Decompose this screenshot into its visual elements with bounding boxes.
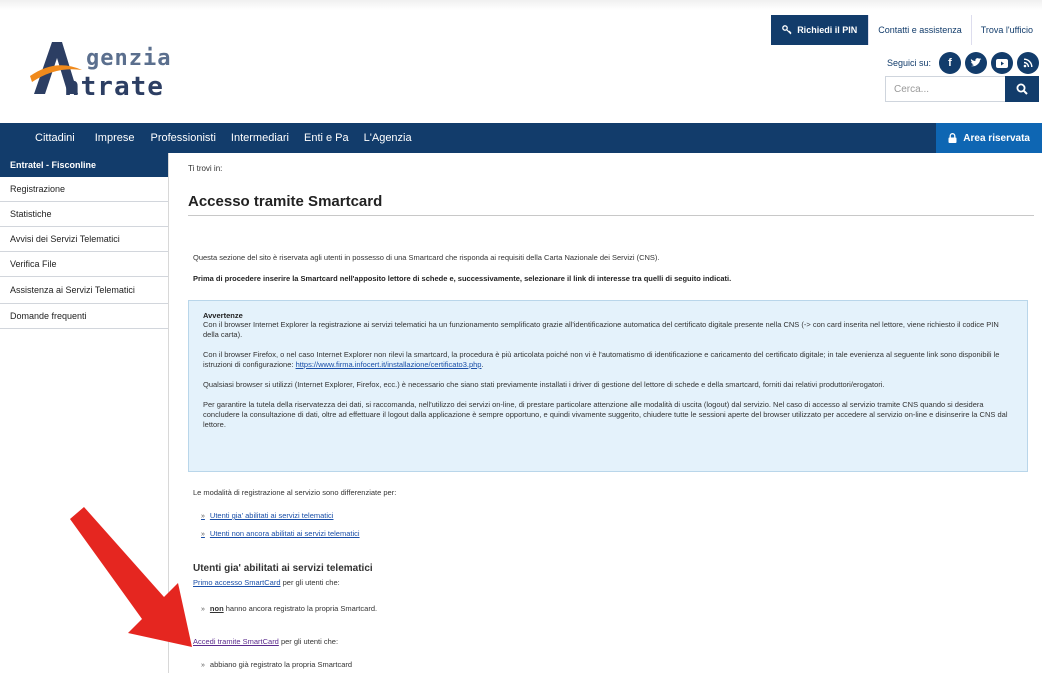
- nav-item-agenzia[interactable]: L'Agenzia: [364, 132, 412, 144]
- access-smartcard-link[interactable]: Accedi tramite SmartCard: [193, 637, 279, 646]
- access-bullet-text: abbiano già registrato la propria Smartc…: [209, 660, 353, 669]
- social-links: Seguici su: f: [887, 52, 1039, 74]
- rss-icon[interactable]: [1017, 52, 1039, 74]
- sidebar: Entratel - Fisconline Registrazione Stat…: [0, 153, 168, 329]
- nav-item-cittadini[interactable]: Cittadini: [35, 132, 75, 144]
- list-item: » abbiano già registrato la propria Smart…: [201, 660, 353, 669]
- top-shadow: [0, 0, 1042, 10]
- warning-paragraph-3: Qualsiasi browser si utilizzi (Internet …: [203, 380, 885, 389]
- access-suffix: per gli utenti che:: [278, 637, 339, 646]
- logo-line1: genzia: [86, 46, 172, 71]
- list-item: » non hanno ancora registrato la propria …: [201, 604, 378, 613]
- page-title: Accesso tramite Smartcard: [188, 193, 383, 210]
- search-input[interactable]: [885, 76, 1005, 102]
- sidebar-item-faq[interactable]: Domande frequenti: [0, 304, 168, 329]
- reserved-area-label: Area riservata: [963, 132, 1030, 144]
- nav-item-enti-pa[interactable]: Enti e Pa: [304, 132, 349, 144]
- sidebar-item-verifica-file[interactable]: Verifica File: [0, 252, 168, 277]
- first-access-suffix: per gli utenti che:: [280, 578, 340, 587]
- sidebar-item-assistenza[interactable]: Assistenza ai Servizi Telematici: [0, 277, 168, 304]
- red-arrow-annotation: [70, 507, 192, 647]
- modalities-text: Le modalità di registrazione al servizio…: [193, 488, 397, 497]
- title-underline: [188, 215, 1034, 216]
- request-pin-label: Richiedi il PIN: [797, 25, 858, 35]
- key-icon: [782, 25, 792, 35]
- intro-bold-text: Prima di procedere inserire la Smartcard…: [193, 274, 732, 283]
- sidebar-item-avvisi[interactable]: Avvisi dei Servizi Telematici: [0, 227, 168, 252]
- first-access-bold: non: [209, 604, 224, 613]
- nav-item-professionisti[interactable]: Professionisti: [151, 132, 216, 144]
- first-access-link[interactable]: Primo accesso SmartCard: [193, 578, 281, 587]
- twitter-icon[interactable]: [965, 52, 987, 74]
- link-not-enabled-users[interactable]: Utenti non ancora abilitati ai servizi t…: [210, 529, 360, 538]
- access-line: Accedi tramite SmartCard per gli utenti …: [193, 637, 338, 646]
- lock-icon: [948, 133, 957, 143]
- reserved-area-button[interactable]: Area riservata: [936, 123, 1042, 153]
- warning-box: Avvertenze Con il browser Internet Explo…: [188, 300, 1028, 472]
- youtube-icon[interactable]: [991, 52, 1013, 74]
- list-item: » Utenti gia' abilitati ai servizi telema…: [201, 511, 334, 520]
- search-icon: [1016, 83, 1028, 95]
- sidebar-header[interactable]: Entratel - Fisconline: [0, 153, 168, 177]
- utility-bar: Richiedi il PIN Contatti e assistenza Tr…: [771, 15, 1042, 45]
- contacts-link[interactable]: Contatti e assistenza: [868, 15, 971, 45]
- intro-text: Questa sezione del sito è riservata agli…: [193, 253, 660, 262]
- warning-paragraph-4: Per garantire la tutela della riservatez…: [203, 400, 1008, 429]
- agenzia-entrate-logo[interactable]: genzia ntrate: [30, 34, 190, 104]
- search-box: [885, 76, 1039, 102]
- logo-line2: ntrate: [64, 72, 164, 102]
- main-nav: Cittadini Imprese Professionisti Interme…: [0, 123, 1042, 153]
- request-pin-button[interactable]: Richiedi il PIN: [771, 15, 869, 45]
- list-item: » Utenti non ancora abilitati ai servizi …: [201, 529, 360, 538]
- breadcrumb: Ti trovi in:: [188, 164, 223, 173]
- link-enabled-users[interactable]: Utenti gia' abilitati ai servizi telemat…: [210, 511, 334, 520]
- follow-label: Seguici su:: [886, 58, 931, 68]
- nav-item-imprese[interactable]: Imprese: [95, 132, 135, 144]
- warning-paragraph-2: Con il browser Firefox, o nel caso Inter…: [203, 350, 1000, 369]
- sidebar-item-registrazione[interactable]: Registrazione: [0, 177, 168, 202]
- infocert-link[interactable]: https://www.firma.infocert.it/installazi…: [296, 360, 482, 369]
- nav-item-intermediari[interactable]: Intermediari: [231, 132, 289, 144]
- warning-paragraph-1: Con il browser Internet Explorer la regi…: [203, 320, 999, 339]
- first-access-line: Primo accesso SmartCard per gli utenti c…: [193, 578, 340, 587]
- facebook-icon[interactable]: f: [939, 52, 961, 74]
- find-office-link[interactable]: Trova l'ufficio: [970, 15, 1042, 45]
- first-access-rest: hanno ancora registrato la propria Smart…: [223, 604, 378, 613]
- warning-title: Avvertenze: [203, 311, 243, 320]
- section-subtitle: Utenti gia' abilitati ai servizi telemat…: [193, 563, 373, 574]
- search-button[interactable]: [1005, 76, 1039, 102]
- sidebar-item-statistiche[interactable]: Statistiche: [0, 202, 168, 227]
